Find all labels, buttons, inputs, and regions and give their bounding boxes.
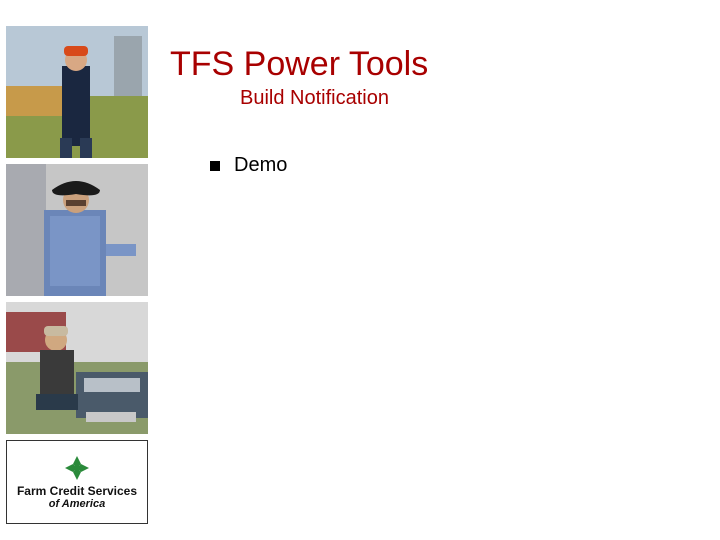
- bullet-icon: [210, 161, 220, 171]
- page-title: TFS Power Tools: [170, 46, 700, 83]
- logo-farm-credit: Farm Credit Services of America: [6, 440, 148, 524]
- list-item: Demo: [210, 154, 700, 177]
- photo-cowboy-denim: [6, 164, 148, 296]
- logo-text-line1: Farm Credit Services: [17, 485, 137, 498]
- logo-mark-icon: [63, 454, 91, 482]
- content-area: TFS Power Tools Build Notification Demo: [170, 46, 700, 177]
- photo-farmer-orange-cap: [6, 26, 148, 158]
- bullet-text: Demo: [234, 154, 287, 177]
- photo-farmer-truck: [6, 302, 148, 434]
- logo-text-line2: of America: [49, 498, 105, 510]
- bullet-list: Demo: [210, 154, 700, 177]
- page-subtitle: Build Notification: [240, 87, 700, 110]
- sidebar: Farm Credit Services of America: [6, 26, 148, 524]
